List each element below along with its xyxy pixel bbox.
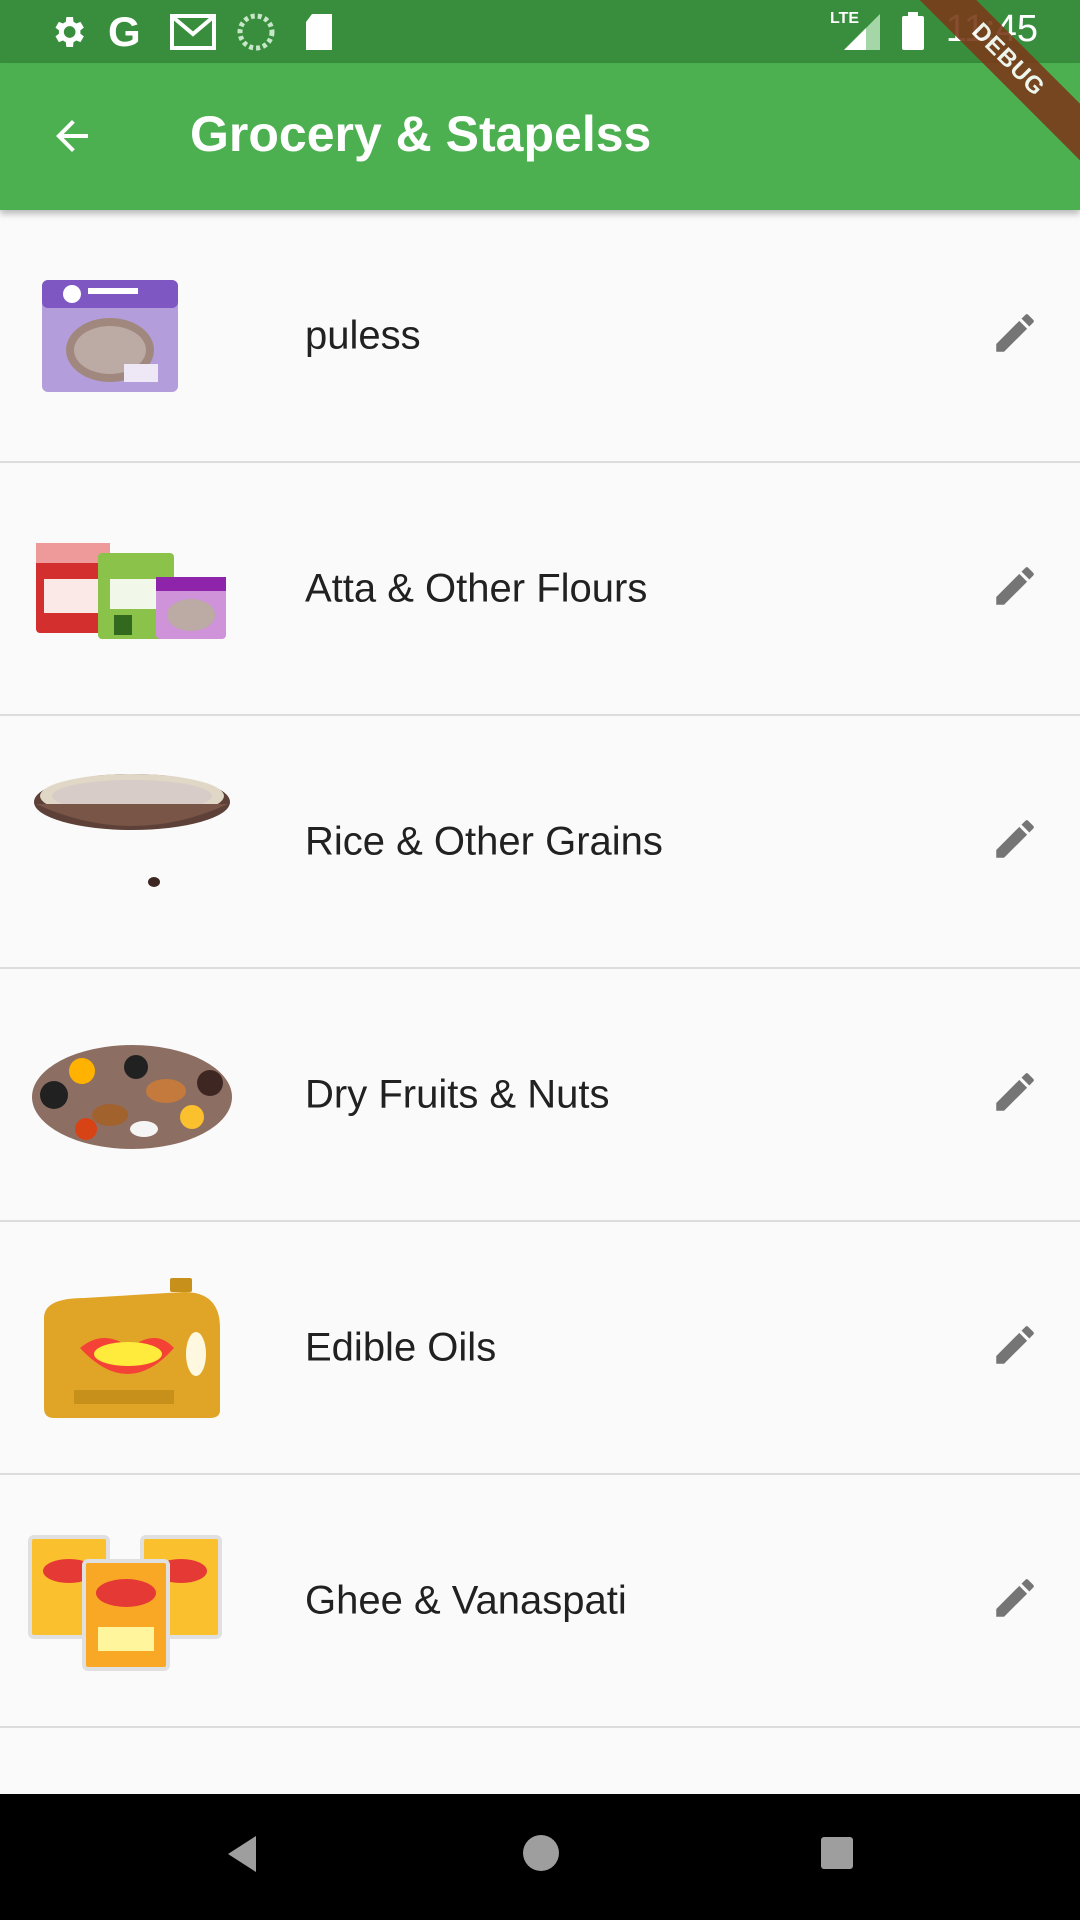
pencil-icon <box>990 1067 1040 1122</box>
back-button[interactable] <box>32 103 112 173</box>
ghee-packs-image <box>24 1531 244 1671</box>
signal-icon <box>842 12 882 57</box>
google-icon: G <box>108 8 141 55</box>
edit-button[interactable] <box>980 1313 1050 1383</box>
category-label: Edible Oils <box>305 1325 497 1369</box>
category-list: puless Atta & Other Flours Rice & Other … <box>0 210 1080 1728</box>
status-bar: G LTE 11:45 <box>0 0 1080 63</box>
list-item[interactable]: Ghee & Vanaspati <box>0 1475 1080 1728</box>
pencil-icon <box>990 308 1040 363</box>
pulses-pack-image <box>24 266 244 406</box>
pencil-icon <box>990 814 1040 869</box>
list-item[interactable]: Dry Fruits & Nuts <box>0 969 1080 1222</box>
list-item[interactable]: Edible Oils <box>0 1222 1080 1475</box>
nav-recents-icon[interactable] <box>818 1834 856 1877</box>
flour-packs-image <box>24 519 244 659</box>
app-bar: Grocery & Stapelss <box>0 63 1080 210</box>
gmail-icon <box>170 12 216 57</box>
edit-button[interactable] <box>980 301 1050 371</box>
pencil-icon <box>990 1573 1040 1628</box>
sd-card-icon <box>302 12 336 57</box>
nav-back-icon[interactable] <box>222 1832 262 1881</box>
battery-icon <box>900 12 926 57</box>
system-nav-bar <box>0 1794 1080 1920</box>
category-label: Atta & Other Flours <box>305 566 648 610</box>
list-item[interactable]: Rice & Other Grains <box>0 716 1080 969</box>
oil-can-image <box>24 1277 244 1418</box>
edit-button[interactable] <box>980 807 1050 877</box>
pencil-icon <box>990 561 1040 616</box>
sync-icon <box>236 12 276 57</box>
list-item[interactable]: Atta & Other Flours <box>0 463 1080 716</box>
category-label: Ghee & Vanaspati <box>305 1578 627 1622</box>
dry-fruits-image <box>24 1025 244 1165</box>
edit-button[interactable] <box>980 1060 1050 1130</box>
category-label: puless <box>305 313 421 357</box>
arrow-back-icon <box>48 112 96 165</box>
grain-bowl-image <box>24 762 244 902</box>
pencil-icon <box>990 1320 1040 1375</box>
list-item[interactable]: puless <box>0 210 1080 463</box>
nav-home-icon[interactable] <box>518 1830 564 1881</box>
gear-icon <box>48 12 88 57</box>
category-label: Dry Fruits & Nuts <box>305 1072 610 1116</box>
category-label: Rice & Other Grains <box>305 819 663 863</box>
page-title: Grocery & Stapelss <box>190 106 652 162</box>
edit-button[interactable] <box>980 1566 1050 1636</box>
edit-button[interactable] <box>980 554 1050 624</box>
